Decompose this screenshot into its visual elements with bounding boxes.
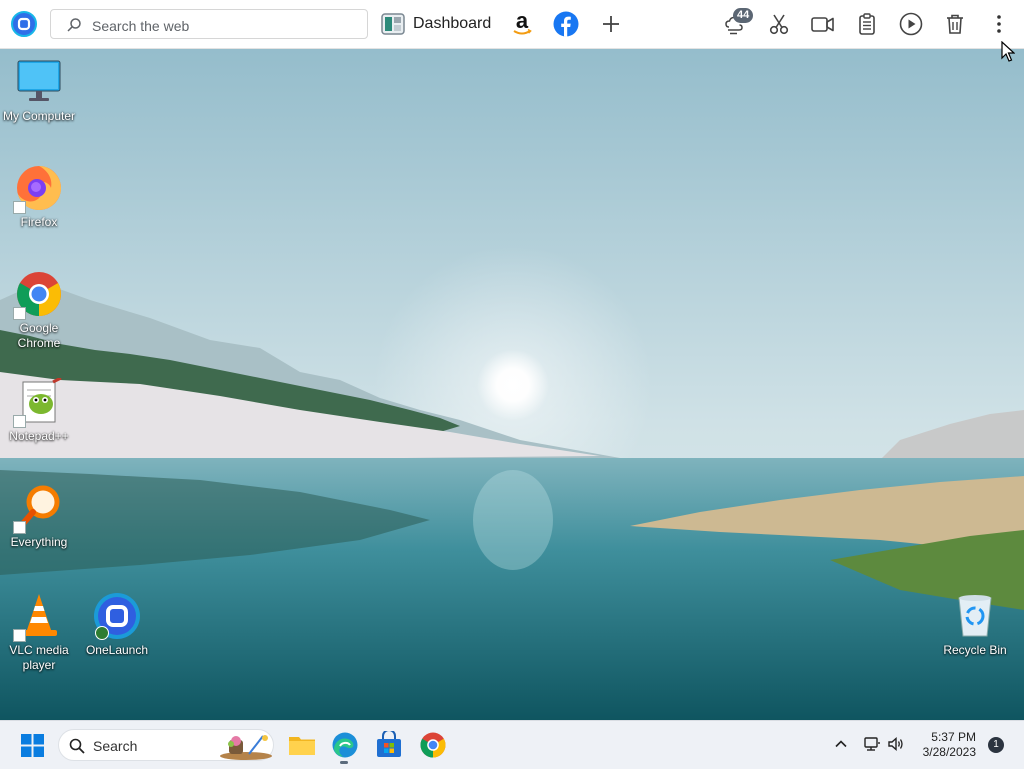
system-clock[interactable]: 5:37 PM 3/28/2023	[920, 730, 976, 760]
desktop-icon-recycle-bin[interactable]: Recycle Bin	[936, 592, 1014, 658]
search-icon	[66, 17, 82, 33]
amazon-icon[interactable]: a	[509, 8, 535, 37]
chrome-icon	[13, 270, 63, 320]
windows-logo-icon	[21, 734, 44, 757]
more-options-icon[interactable]	[986, 11, 1012, 37]
desktop-icon-label: Recycle Bin	[943, 643, 1007, 657]
scissors-icon[interactable]	[766, 11, 792, 37]
search-placeholder: Search the web	[92, 18, 190, 34]
file-explorer-icon[interactable]	[288, 731, 316, 759]
chrome-icon[interactable]	[419, 731, 447, 759]
web-search-input[interactable]: Search the web	[50, 9, 368, 39]
shortcut-arrow-icon	[13, 629, 26, 642]
add-icon[interactable]	[598, 11, 624, 37]
play-icon[interactable]	[898, 11, 924, 37]
shortcut-arrow-icon	[13, 415, 26, 428]
everything-search-icon	[13, 484, 63, 534]
desktop-icon-firefox[interactable]: Firefox	[0, 164, 78, 230]
onelaunch-toolbar: Search the web Dashboard a 44	[0, 0, 1024, 49]
recycle-bin-icon	[951, 592, 999, 640]
weather-badge: 44	[733, 8, 754, 23]
desktop-icon-label: Google Chrome	[17, 321, 61, 350]
dashboard-label: Dashboard	[413, 15, 492, 32]
volume-icon[interactable]	[887, 735, 905, 753]
search-highlight-art-icon	[219, 732, 273, 760]
network-icon[interactable]	[863, 735, 881, 753]
desktop-icon-label: Everything	[10, 535, 68, 549]
mouse-cursor-icon	[1001, 40, 1016, 68]
clipboard-icon[interactable]	[854, 11, 880, 37]
onelaunch-logo-icon[interactable]	[11, 11, 37, 37]
chevron-up-icon[interactable]	[832, 735, 850, 753]
taskbar-search-box[interactable]: Search	[58, 729, 274, 761]
onelaunch-icon	[93, 592, 141, 640]
dashboard-icon	[381, 13, 405, 35]
shortcut-arrow-icon	[13, 521, 26, 534]
shortcut-arrow-icon	[13, 201, 26, 214]
taskbar-search-placeholder: Search	[93, 738, 138, 754]
start-button[interactable]	[21, 734, 44, 757]
search-icon	[69, 738, 85, 754]
desktop-icon-notepadpp[interactable]: Notepad++	[0, 378, 78, 444]
shortcut-arrow-icon	[13, 307, 26, 320]
desktop-icon-label: OneLaunch	[85, 643, 149, 657]
microsoft-store-icon[interactable]	[375, 729, 403, 759]
desktop-icon-onelaunch[interactable]: OneLaunch	[78, 592, 156, 658]
monitor-icon	[15, 58, 63, 106]
desktop-icon-my-computer[interactable]: My Computer	[0, 58, 78, 124]
desktop-icon-label: Firefox	[20, 215, 58, 229]
video-camera-icon[interactable]	[810, 11, 836, 37]
windows-taskbar: Search 5:37 PM 3/28/2023 1	[0, 720, 1024, 769]
desktop-icon-label: My Computer	[2, 109, 76, 123]
trash-icon[interactable]	[942, 11, 968, 37]
clock-date: 3/28/2023	[922, 745, 976, 759]
notepadpp-icon	[13, 378, 63, 428]
vlc-icon	[13, 592, 63, 642]
sync-check-icon	[95, 626, 109, 640]
desktop-icon-vlc[interactable]: VLC media player	[0, 592, 78, 673]
clock-time: 5:37 PM	[931, 730, 976, 744]
svg-text:a: a	[516, 11, 529, 33]
active-app-indicator	[340, 761, 348, 764]
notification-badge[interactable]: 1	[988, 737, 1004, 753]
edge-icon[interactable]	[331, 731, 359, 759]
desktop-icon-label: Notepad++	[9, 429, 69, 443]
desktop-icon-everything[interactable]: Everything	[0, 484, 78, 550]
desktop-icon-label: VLC media player	[9, 643, 69, 672]
facebook-icon[interactable]	[553, 11, 579, 37]
desktop-icon-google-chrome[interactable]: Google Chrome	[0, 270, 78, 351]
firefox-icon	[13, 164, 63, 214]
